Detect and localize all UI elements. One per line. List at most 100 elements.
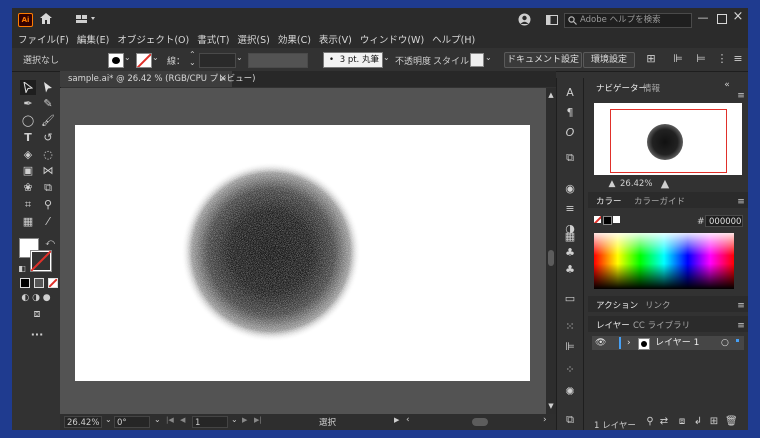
chevron-down-icon[interactable]: ⌄ bbox=[154, 415, 161, 424]
next-artboard-icon[interactable]: ▶ bbox=[242, 416, 247, 424]
expand-arrow-icon[interactable]: › bbox=[627, 336, 631, 350]
navigator-preview[interactable] bbox=[594, 103, 742, 175]
rotation-field[interactable]: 0° bbox=[114, 416, 150, 428]
distribute-icon[interactable]: ⊨ bbox=[695, 52, 707, 66]
stroke-color-box[interactable] bbox=[30, 250, 52, 272]
menu-file[interactable]: ファイル(F) bbox=[18, 32, 69, 46]
drawing-mode-icon[interactable]: ◐ ◑ ● bbox=[18, 291, 54, 305]
pen-tool-icon[interactable]: ✒ bbox=[21, 97, 35, 111]
actions-menu-icon[interactable]: ≡ bbox=[735, 299, 747, 313]
artboards-panel-icon[interactable]: ⧉ bbox=[563, 413, 577, 427]
width-tool-icon[interactable]: ⋈ bbox=[41, 164, 55, 178]
transform-panel-icon[interactable]: ⧉ bbox=[563, 151, 577, 165]
artboard-tool-icon[interactable]: ⌗ bbox=[21, 198, 35, 212]
paragraph-panel-icon[interactable]: ¶ bbox=[563, 106, 577, 120]
arrange-documents-icon[interactable]: ⊞ bbox=[641, 52, 661, 66]
status-menu-icon[interactable]: ▶ bbox=[394, 416, 399, 424]
new-layer-icon[interactable]: ⊞ bbox=[708, 415, 720, 429]
chevron-down-icon[interactable]: ⌄ bbox=[485, 53, 492, 62]
image-trace-icon[interactable]: ✺ bbox=[563, 385, 577, 399]
new-sublayer-icon[interactable]: ↲ bbox=[692, 415, 704, 429]
edit-toolbar-icon[interactable]: ··· bbox=[29, 328, 45, 342]
gradient-mode-button[interactable] bbox=[34, 278, 44, 288]
chevron-down-icon[interactable]: ⌄ bbox=[105, 415, 112, 424]
direct-selection-tool-icon[interactable] bbox=[43, 82, 53, 93]
brushes-panel-icon[interactable]: ♣ bbox=[563, 263, 577, 277]
scroll-down-icon[interactable]: ▼ bbox=[546, 399, 556, 413]
menu-type[interactable]: 書式(T) bbox=[197, 32, 229, 46]
close-tab-button[interactable]: × bbox=[219, 71, 227, 87]
color-white-swatch[interactable] bbox=[613, 216, 620, 223]
first-artboard-icon[interactable]: |◀ bbox=[166, 416, 174, 424]
chevron-down-icon[interactable]: ⌄ bbox=[383, 53, 390, 62]
zoom-in-icon[interactable]: ▲ bbox=[658, 177, 672, 191]
menu-window[interactable]: ウィンドウ(W) bbox=[360, 32, 424, 46]
artboard[interactable] bbox=[75, 125, 530, 381]
stroke-weight-stepper[interactable]: ⌃ ⌄ bbox=[189, 51, 196, 67]
home-icon[interactable] bbox=[39, 12, 53, 25]
swap-fill-stroke-icon[interactable]: ⤺ bbox=[45, 236, 55, 250]
info-tab[interactable]: 情報 bbox=[643, 82, 660, 94]
stroke-panel-icon[interactable]: ≡ bbox=[563, 202, 577, 216]
layers-menu-icon[interactable]: ≡ bbox=[735, 319, 747, 333]
paintbrush-tool-icon[interactable]: 🖌 bbox=[41, 114, 55, 128]
zoom-out-icon[interactable]: ▲ bbox=[606, 177, 618, 191]
align-panel-icon[interactable]: ⊫ bbox=[563, 340, 577, 354]
swatches-panel-icon[interactable]: ▦ bbox=[563, 230, 577, 244]
minimize-button[interactable]: — bbox=[696, 11, 710, 25]
stroke-swatch[interactable] bbox=[136, 53, 152, 68]
restore-button[interactable] bbox=[715, 11, 729, 25]
clipping-mask-icon[interactable]: ⧈ bbox=[676, 415, 688, 429]
chevron-down-icon[interactable]: ⌄ bbox=[152, 53, 159, 62]
artboard-number-field[interactable]: 1 bbox=[192, 416, 228, 428]
layer-target-icon[interactable]: ○ bbox=[721, 336, 729, 350]
rotate-tool-icon[interactable]: ↺ bbox=[41, 131, 55, 145]
symbol-sprayer-icon[interactable]: ❀ bbox=[21, 181, 35, 195]
color-tab[interactable]: カラー bbox=[596, 195, 622, 207]
pathfinder-panel-icon[interactable]: ⁙ bbox=[563, 320, 577, 334]
type-tool-icon[interactable]: T bbox=[21, 131, 35, 145]
account-icon[interactable] bbox=[518, 13, 531, 26]
export-collect-icon[interactable]: ⇄ bbox=[658, 415, 670, 429]
none-mode-button[interactable] bbox=[48, 278, 58, 288]
navigator-menu-icon[interactable]: ≡ bbox=[735, 89, 747, 103]
menu-view[interactable]: 表示(V) bbox=[319, 32, 352, 46]
layers-tab[interactable]: レイヤー bbox=[596, 319, 630, 331]
scroll-left-icon[interactable]: ‹ bbox=[406, 415, 410, 425]
appearance-panel-icon[interactable]: ◉ bbox=[563, 182, 577, 196]
horizontal-scroll-thumb[interactable] bbox=[472, 418, 488, 426]
control-bar-menu-icon[interactable]: ≡ bbox=[732, 52, 744, 66]
lasso-tool-icon[interactable]: ◌ bbox=[41, 148, 55, 162]
menu-effect[interactable]: 効果(C) bbox=[278, 32, 311, 46]
delete-layer-icon[interactable]: 🗑 bbox=[725, 415, 738, 429]
panel-toggle-icon[interactable] bbox=[546, 15, 558, 25]
graph-tool-icon[interactable]: ▦ bbox=[21, 215, 35, 229]
workspace-switcher-icon[interactable] bbox=[76, 14, 96, 24]
document-setup-button[interactable]: ドキュメント設定 bbox=[504, 52, 582, 68]
shape-builder-icon[interactable]: ⧉ bbox=[41, 181, 55, 195]
hex-color-field[interactable]: 000000 bbox=[705, 215, 743, 227]
menu-help[interactable]: ヘルプ(H) bbox=[432, 32, 475, 46]
close-window-button[interactable]: × bbox=[731, 10, 745, 24]
prev-artboard-icon[interactable]: ◀ bbox=[180, 416, 185, 424]
menu-object[interactable]: オブジェクト(O) bbox=[117, 32, 189, 46]
document-tab[interactable]: sample.ai* @ 26.42 % (RGB/CPU プレビュー) × bbox=[60, 71, 255, 87]
chevron-down-icon[interactable]: ⌄ bbox=[236, 53, 243, 62]
gradient-panel-icon[interactable]: ▭ bbox=[563, 292, 577, 306]
color-none-swatch[interactable] bbox=[594, 216, 601, 223]
character-panel-icon[interactable]: A bbox=[563, 86, 577, 100]
variable-width-profile[interactable] bbox=[248, 53, 308, 68]
menu-edit[interactable]: 編集(E) bbox=[77, 32, 109, 46]
layer-row[interactable]: 👁 › レイヤー 1 ○ bbox=[592, 336, 744, 350]
symbols-panel-icon[interactable]: ♣ bbox=[563, 246, 577, 260]
cc-libraries-tab[interactable]: CC ライブラリ bbox=[633, 319, 690, 331]
stroke-weight-field[interactable] bbox=[199, 53, 236, 68]
color-guide-tab[interactable]: カラーガイド bbox=[634, 195, 685, 207]
color-black-swatch[interactable] bbox=[603, 216, 612, 225]
canvas-area[interactable] bbox=[60, 88, 546, 414]
navigator-zoom-value[interactable]: 26.42% bbox=[620, 179, 652, 189]
navigator-tab[interactable]: ナビゲーター bbox=[596, 82, 647, 94]
color-spectrum[interactable] bbox=[594, 233, 734, 289]
opacity-label[interactable]: 不透明度 bbox=[395, 54, 431, 67]
zoom-level-field[interactable]: 26.42% bbox=[64, 416, 102, 428]
